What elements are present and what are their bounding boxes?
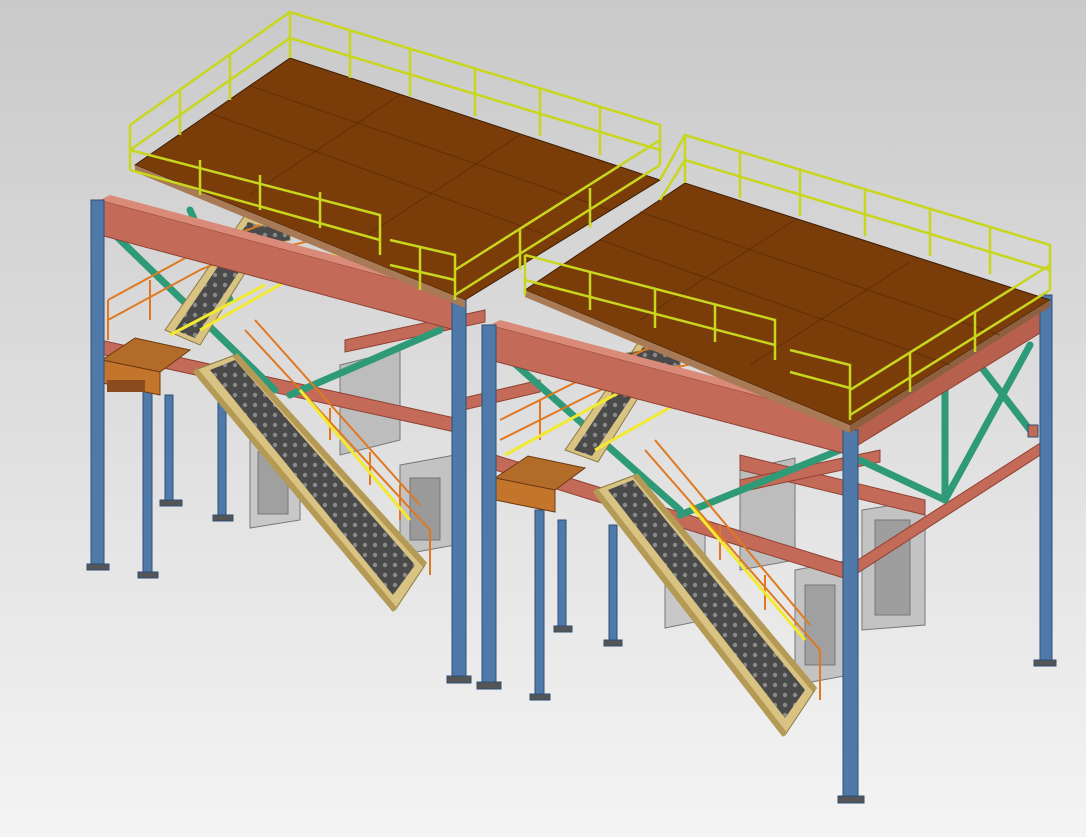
viewport[interactable] — [0, 0, 1086, 837]
model-canvas[interactable] — [0, 0, 1086, 837]
